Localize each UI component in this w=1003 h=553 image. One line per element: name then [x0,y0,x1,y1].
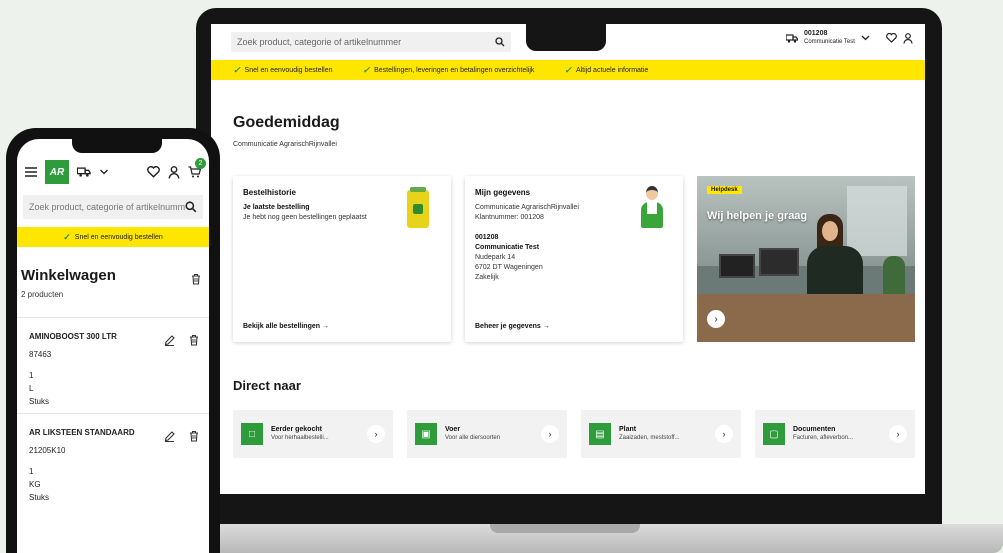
brand-logo[interactable]: AR [45,160,69,184]
address-line: Nudepark 14 [475,254,516,261]
usp-text: Snel en eenvoudig bestellen [74,233,163,241]
product-bucket-illustration [407,187,429,228]
tile-icon: ▢ [763,423,785,445]
cart-title: Winkelwagen [21,267,116,284]
address-line: Communicatie Test [475,244,540,251]
edit-icon[interactable] [164,430,175,442]
phone-notch [72,139,162,153]
address-line: 6702 DT Wageningen [475,264,543,271]
product-quantity: 1 [29,467,34,476]
cart-item: AMINOBOOST 300 LTR 87463 1 L Stuks [17,317,209,413]
cart-item: AR LIKSTEEN STANDAARD 21205K10 1 KG Stuk… [17,413,209,513]
mobile-search-bar[interactable] [23,195,203,219]
edit-icon[interactable] [164,334,175,346]
check-icon: ✓ [362,64,371,75]
tile-title: Voer [445,426,461,433]
tile-desc: Voor alle diersoorten [445,435,501,441]
product-sku: 87463 [29,350,52,359]
account-switcher[interactable]: 001208 Communicatie Test [786,30,913,46]
section-title: Direct naar [233,378,301,393]
chevron-right-icon[interactable]: › [715,425,733,443]
laptop-base-groove [490,524,640,533]
desktop-usp-bar: ✓ Snel en eenvoudig bestellen ✓ Bestelling… [211,60,925,80]
tile-title: Plant [619,426,637,433]
mobile-search-input[interactable] [29,202,185,212]
check-icon: ✓ [63,231,71,242]
product-pack: Stuks [29,397,50,406]
tile-desc: Facturen, afleverbon... [793,435,854,441]
cart-button[interactable]: 2 [188,158,206,178]
usp-item: ✓ Snel en eenvoudig bestellen [233,64,333,75]
tile-icon: □ [241,423,263,445]
promo-tag: Helpdesk [707,186,742,194]
menu-icon[interactable] [25,167,37,177]
tile-title: Eerder gekocht [271,426,322,433]
tile-icon: ▣ [415,423,437,445]
order-history-card: Bestelhistorie Je laatste bestelling Je … [233,176,451,342]
trash-icon[interactable] [191,273,201,285]
desktop-screen: 001208 Communicatie Test ✓Snel en eenvou… [211,24,925,494]
account-name: Communicatie Test [804,39,855,45]
usp-item: ✓ Altijd actuele informatie [564,64,649,75]
product-unit: KG [29,480,41,489]
user-icon[interactable] [903,32,913,44]
tile-title: Documenten [793,426,836,433]
my-data-card: Mijn gegevens Communicatie AgrarischRijn… [465,176,683,342]
trash-icon[interactable] [189,334,199,346]
tile-plant[interactable]: ▤ Plant Zaaizaden, meststoff... › [581,410,741,458]
mobile-header: AR 2 [17,155,209,189]
chevron-right-icon[interactable]: › [889,425,907,443]
chevron-down-icon[interactable] [99,169,109,175]
cart-count-badge: 2 [195,158,206,169]
page-title: Goedemiddag [233,114,340,131]
tile-desc: Zaaizaden, meststoff... [619,435,680,441]
search-icon[interactable] [495,37,505,47]
chevron-down-icon[interactable] [861,35,870,41]
manage-data-link[interactable]: Beheer je gegevens → [475,323,550,330]
cart-product-count: 2 producten [21,290,64,299]
usp-item: ✓ Bestellingen, leveringen en betalingen … [362,64,535,75]
search-icon[interactable] [185,201,197,213]
address-line: 001208 [475,234,499,241]
chevron-right-icon[interactable]: › [367,425,385,443]
account-info: 001208 Communicatie Test [804,30,855,46]
phone-frame: AR 2 Zoek product, categorie of artikeln… [6,128,220,553]
product-unit: L [29,384,34,393]
page-subtitle: Communicatie AgrarischRijnvallei [233,141,337,148]
check-icon: ✓ [564,64,572,75]
truck-icon[interactable] [77,167,91,177]
tile-feed[interactable]: ▣ Voer Voor alle diersoorten › [407,410,567,458]
account-number: 001208 [804,30,828,37]
laptop-notch [526,21,606,51]
product-pack: Stuks [29,493,50,502]
tile-previously-bought[interactable]: □ Eerder gekocht Voor herhaalbestelli... … [233,410,393,458]
helpdesk-promo[interactable]: Helpdesk Wij helpen je graag › [697,176,915,342]
laptop-frame: 001208 Communicatie Test ✓Snel en eenvou… [196,8,942,526]
desktop-search-input[interactable] [237,37,495,47]
tile-desc: Voor herhaalbestelli... [271,435,329,441]
user-icon[interactable] [168,165,180,179]
mobile-screen: AR 2 Zoek product, categorie of artikeln… [17,139,209,553]
check-icon: ✓ [233,64,241,75]
truck-icon [786,33,798,43]
person-illustration [639,186,665,228]
promo-title: Wij helpen je graag [707,210,808,222]
address-line: Zakelijk [475,274,499,281]
product-sku: 21205K10 [29,446,66,455]
view-orders-link[interactable]: Bekijk alle bestellingen → [243,323,329,330]
desktop-search-bar[interactable] [231,32,511,52]
trash-icon[interactable] [189,430,199,442]
heart-icon[interactable] [147,166,160,178]
chevron-right-icon[interactable]: › [707,310,725,328]
tile-icon: ▤ [589,423,611,445]
tile-documents[interactable]: ▢ Documenten Facturen, afleverbon... › [755,410,915,458]
chevron-right-icon[interactable]: › [541,425,559,443]
heart-icon[interactable] [886,33,897,43]
mobile-usp-bar: ✓ Snel en eenvoudig bestellen [17,227,209,247]
product-quantity: 1 [29,371,34,380]
